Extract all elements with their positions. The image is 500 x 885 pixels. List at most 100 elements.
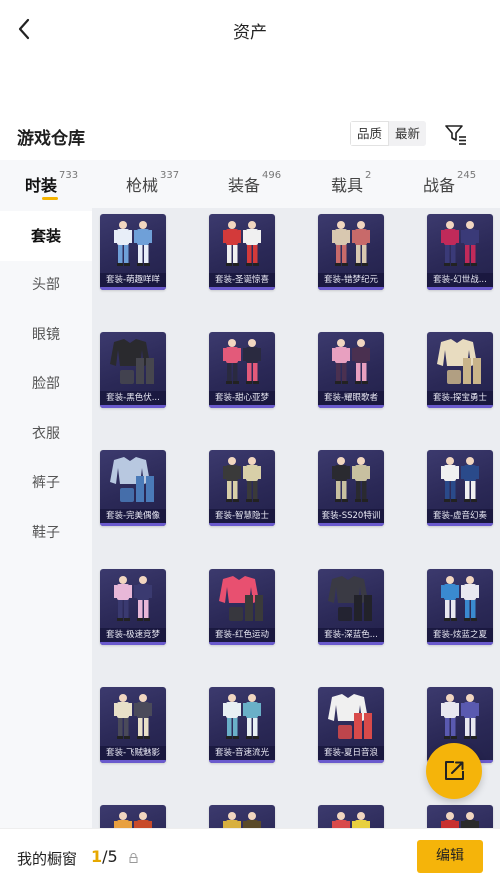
outfit-card[interactable]: 套装-探宝勇士 [427, 332, 493, 408]
outfit-image [219, 576, 263, 621]
outfit-card[interactable]: 套装-智慧隐士 [209, 450, 275, 526]
category-tabs: 时装733 枪械337 装备496 载具2 战备245 [0, 160, 500, 208]
showcase-label: 我的橱窗 [17, 850, 78, 868]
outfit-card[interactable]: 套装-SS20特训 [318, 450, 384, 526]
outfit-image [114, 576, 152, 621]
outfit-card[interactable]: 套装-炫蓝之夏 [427, 569, 493, 645]
tab-guns[interactable]: 枪械337 [126, 170, 180, 196]
outfit-card[interactable] [427, 805, 493, 828]
tab-equipment[interactable]: 装备496 [228, 170, 282, 196]
outfit-image [223, 339, 261, 384]
outfit-image [223, 221, 261, 266]
outfit-card[interactable]: 套装-错梦纪元 [318, 214, 384, 290]
outfit-image [114, 812, 152, 828]
tab-count: 2 [365, 170, 372, 181]
filter-button[interactable] [443, 121, 469, 147]
outfit-image [223, 457, 261, 502]
outfit-image [332, 812, 370, 828]
outfit-card[interactable]: 套装-深蓝色... [318, 569, 384, 645]
outfit-image [441, 694, 479, 739]
outfit-card[interactable] [318, 805, 384, 828]
outfit-card[interactable]: 套装-圣诞惊喜 [209, 214, 275, 290]
share-external-icon [445, 761, 464, 780]
tab-vehicles[interactable]: 载具2 [331, 170, 372, 196]
outfit-label: 套装-红色运动 [209, 628, 275, 642]
outfit-card[interactable]: 套装-虚音幻奏 [427, 450, 493, 526]
outfit-label: 套装-耀眼歌者 [318, 391, 384, 405]
outfit-card[interactable]: 套装-红色运动 [209, 569, 275, 645]
outfit-card[interactable]: 套装-耀眼歌者 [318, 332, 384, 408]
outfit-image [328, 694, 372, 739]
showcase-count: 1/5 [91, 847, 118, 866]
sidebar: 套装 头部 眼镜 脸部 衣服 裤子 鞋子 [0, 208, 92, 885]
sort-quality-option[interactable]: 品质 [350, 121, 390, 146]
outfit-label: 套装-飞贼魅影 [100, 746, 166, 760]
sidebar-item-suit[interactable]: 套装 [0, 211, 92, 261]
tab-label: 时装 [25, 176, 58, 195]
tab-count: 496 [262, 170, 282, 181]
tab-count: 245 [457, 170, 477, 181]
outfit-card[interactable]: 套装-萌趣咩咩 [100, 214, 166, 290]
outfit-image [441, 812, 479, 828]
showcase-current: 1 [91, 847, 103, 866]
tab-count: 337 [160, 170, 180, 181]
outfit-image [441, 576, 479, 621]
bottom-bar: 我的橱窗 1/5 编辑 [0, 828, 500, 885]
outfit-image [110, 339, 154, 384]
outfit-card[interactable]: 套装-完美偶像 [100, 450, 166, 526]
active-tab-indicator [42, 197, 58, 200]
outfit-card[interactable]: 套装-幻世战... [427, 214, 493, 290]
outfit-label: 套装-完美偶像 [100, 509, 166, 523]
outfit-image [332, 457, 370, 502]
tab-label: 装备 [228, 176, 261, 195]
outfit-image [441, 457, 479, 502]
outfit-image [328, 576, 372, 621]
outfit-label: 套装-夏日音浪 [318, 746, 384, 760]
showcase-total: /5 [102, 847, 118, 866]
outfit-label: 套装-探宝勇士 [427, 391, 493, 405]
edit-button[interactable]: 编辑 [417, 840, 483, 873]
outfit-card[interactable]: 套装-极速竞梦 [100, 569, 166, 645]
outfit-card[interactable]: 套装-夏日音浪 [318, 687, 384, 763]
tab-battle-prep[interactable]: 战备245 [423, 170, 477, 196]
sort-toggle: 品质 最新 [350, 121, 427, 146]
outfit-card[interactable]: 套装-黑色伏... [100, 332, 166, 408]
item-grid: 套装-萌趣咩咩 套装-圣诞惊喜 套装-错梦纪元 套装-幻世战... 套装-黑色伏... 套… [92, 208, 500, 828]
section-title: 游戏仓库 [17, 129, 85, 149]
outfit-label: 套装-萌趣咩咩 [100, 273, 166, 287]
sidebar-item-shoes[interactable]: 鞋子 [0, 508, 92, 558]
top-bar: 资产 [0, 0, 500, 58]
tab-label: 载具 [331, 176, 364, 195]
warehouse-header: 游戏仓库 品质 最新 [0, 112, 500, 156]
sort-latest-option[interactable]: 最新 [389, 121, 427, 146]
sidebar-item-clothes[interactable]: 衣服 [0, 409, 92, 459]
outfit-image [332, 221, 370, 266]
outfit-card[interactable]: 套装-甜心亚梦 [209, 332, 275, 408]
sidebar-item-pants[interactable]: 裤子 [0, 458, 92, 508]
outfit-card[interactable] [100, 805, 166, 828]
outfit-card[interactable]: 套装-音速流光 [209, 687, 275, 763]
tab-label: 战备 [423, 176, 456, 195]
outfit-image [223, 812, 261, 828]
outfit-label: 套装-圣诞惊喜 [209, 273, 275, 287]
filter-icon [445, 125, 466, 145]
tab-count: 733 [59, 170, 79, 181]
outfit-image [114, 221, 152, 266]
outfit-label: 套装-黑色伏... [100, 391, 166, 405]
outfit-image [114, 694, 152, 739]
outfit-card[interactable]: 套装-飞贼魅影 [100, 687, 166, 763]
outfit-label: 套装-炫蓝之夏 [427, 628, 493, 642]
outfit-card[interactable] [209, 805, 275, 828]
sidebar-item-head[interactable]: 头部 [0, 260, 92, 310]
sidebar-item-face[interactable]: 脸部 [0, 359, 92, 409]
sidebar-item-glasses[interactable]: 眼镜 [0, 310, 92, 360]
outfit-image [110, 457, 154, 502]
outfit-image [223, 694, 261, 739]
share-button[interactable] [426, 743, 482, 799]
outfit-label: 套装-甜心亚梦 [209, 391, 275, 405]
outfit-label: 套装-智慧隐士 [209, 509, 275, 523]
outfit-image [441, 221, 479, 266]
outfit-label: 套装-极速竞梦 [100, 628, 166, 642]
outfit-label: 套装-音速流光 [209, 746, 275, 760]
tab-fashion[interactable]: 时装733 [25, 170, 79, 196]
